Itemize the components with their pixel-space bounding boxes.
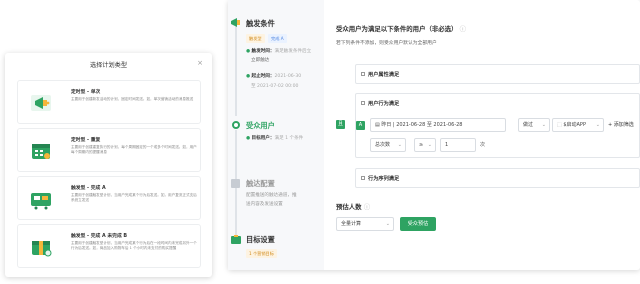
- estimate-button[interactable]: 受众预估: [400, 217, 436, 231]
- goal-tag: 1 个营销目标: [246, 249, 277, 258]
- logic-and-badge[interactable]: 且: [336, 120, 345, 129]
- period: ● 起止时间：2021-06-30: [246, 74, 302, 79]
- section-label: 用户属性满足: [368, 72, 400, 78]
- step-title-delivery[interactable]: 触达配置: [246, 179, 275, 189]
- trigger-time: ● 触发时间：满足触发条件后立: [246, 49, 312, 54]
- megaphone-icon: [31, 95, 51, 111]
- plan-desc: 主要用于创建触发型计划，当用户完成某个行为后在一段时间内未完成另外一个行为后发送…: [71, 241, 197, 251]
- plan-card-single[interactable]: 定时型 - 单次 主要用于创建新发活动的计划、固定时间发送。如，单次营销活动的消…: [17, 80, 201, 124]
- page-title: 受众用户为满足以下条件的用户（非必选） ⓘ: [336, 25, 467, 33]
- section-label: 行为序列满足: [368, 176, 400, 182]
- step-title-goal[interactable]: 目标设置: [246, 235, 275, 245]
- plan-editor-panel: 触发条件 触发型 完成 A ● 触发时间：满足触发条件后立 立即触达 ● 起止时…: [228, 0, 640, 270]
- value-input[interactable]: 1: [440, 138, 476, 152]
- estimate-heading: 预估人数 ⓘ: [336, 203, 371, 211]
- step-square-icon: [231, 179, 240, 188]
- sequence-condition-section[interactable]: 行为序列满足: [355, 168, 640, 188]
- dotted-box-icon: ⬚: [557, 122, 562, 128]
- chevron-down-icon: ⌄: [385, 221, 390, 227]
- plan-card-trigger-a-not-b[interactable]: 触发型 - 完成 A 未完成 B 主要用于创建触发型计划，当用户完成某个行为后在…: [17, 224, 201, 268]
- gift-cart-icon: [32, 241, 52, 257]
- metric-select[interactable]: 总次数 ⌄: [370, 138, 406, 152]
- help-icon: ⓘ: [459, 25, 467, 33]
- plan-title: 定时型 - 单次: [71, 90, 101, 95]
- period-end: 至 2021-07-02 00:00: [251, 84, 299, 89]
- action-select[interactable]: 做过 ⌄: [518, 118, 550, 132]
- calendar-icon: [32, 144, 50, 159]
- page-subtitle: 若下列条件不添加，则受众用户默认为全部用户: [336, 41, 437, 46]
- unit-label: 次: [480, 142, 486, 148]
- plan-desc: 主要用于创建触发型计划，当用户完成某个行为后发送。如，用户复流正式支后系统立发送: [71, 193, 197, 203]
- collapse-icon[interactable]: [361, 72, 365, 76]
- plan-desc: 主要用于创建新发活动的计划、固定时间发送。如，单次营销活动的消息推送: [71, 97, 194, 101]
- audience-config: 受众用户为满足以下条件的用户（非必选） ⓘ 若下列条件不添加，则受众用户默认为全…: [324, 0, 640, 270]
- chevron-down-icon: ⌄: [541, 122, 546, 128]
- plan-title: 定时型 - 重复: [71, 138, 101, 143]
- plan-title: 触发型 - 完成 A: [71, 186, 106, 191]
- estimate-mode-select[interactable]: 全量计算 ⌄: [336, 217, 394, 231]
- behavior-condition-section[interactable]: 用户行为满足 A ▤ 昨日 | 2021-06-28 至 2021-06-28 …: [355, 93, 640, 158]
- calendar-icon: ▤: [375, 122, 380, 128]
- delivery-desc: 配置推送的触达通道，推: [246, 193, 297, 198]
- step-connector: [235, 26, 237, 116]
- target-icon: [231, 235, 241, 244]
- audience-summary: ● 目标用户：满足 1 个条件: [246, 136, 304, 141]
- step-title-trigger[interactable]: 触发条件: [246, 19, 275, 29]
- date-range-picker[interactable]: ▤ 昨日 | 2021-06-28 至 2021-06-28: [370, 118, 506, 132]
- profile-condition-section[interactable]: 用户属性满足: [355, 64, 640, 84]
- megaphone-icon: [231, 18, 240, 27]
- active-step-dot: [232, 121, 240, 129]
- plan-desc: 主要用于创建重复执行的计划，每个周期固定的一个或多个时间发送。如，用户每个周期内…: [71, 145, 197, 155]
- event-select[interactable]: ⬚ $启动APP ⌄: [552, 118, 604, 132]
- plan-card-repeat[interactable]: 定时型 - 重复 主要用于创建重复执行的计划，每个周期固定的一个或多个时间发送。…: [17, 128, 201, 172]
- rule-badge: A: [356, 121, 365, 130]
- close-icon[interactable]: ×: [197, 59, 203, 67]
- chevron-down-icon: ⌄: [427, 142, 432, 148]
- cart-icon: [31, 193, 51, 210]
- section-label: 用户行为满足: [368, 101, 400, 107]
- modal-title: 选择计划类型: [89, 62, 128, 69]
- condition-tag: 完成 A: [268, 34, 287, 43]
- operator-select[interactable]: ≥ ⌄: [414, 138, 436, 152]
- collapse-icon[interactable]: [361, 176, 365, 180]
- step-title-audience[interactable]: 受众用户: [246, 121, 275, 131]
- collapse-icon[interactable]: [361, 101, 365, 105]
- trigger-type-tag: 触发型: [246, 34, 265, 43]
- steps-sidebar: 触发条件 触发型 完成 A ● 触发时间：满足触发条件后立 立即触达 ● 起止时…: [228, 0, 324, 270]
- plan-title: 触发型 - 完成 A 未完成 B: [71, 234, 128, 239]
- plan-card-trigger-a[interactable]: 触发型 - 完成 A 主要用于创建触发型计划，当用户完成某个行为后发送。如，用户…: [17, 176, 201, 220]
- help-icon: ⓘ: [363, 203, 371, 211]
- chevron-down-icon: ⌄: [595, 122, 600, 128]
- plan-type-modal: 选择计划类型 × 定时型 - 单次 主要用于创建新发活动的计划、固定时间发送。如…: [5, 53, 212, 277]
- chevron-down-icon: ⌄: [397, 142, 402, 148]
- delivery-desc-2: 送内容及发送设置: [246, 202, 283, 207]
- add-filter-link[interactable]: + 添加筛选: [608, 121, 634, 128]
- trigger-time-2: 立即触达: [251, 58, 270, 63]
